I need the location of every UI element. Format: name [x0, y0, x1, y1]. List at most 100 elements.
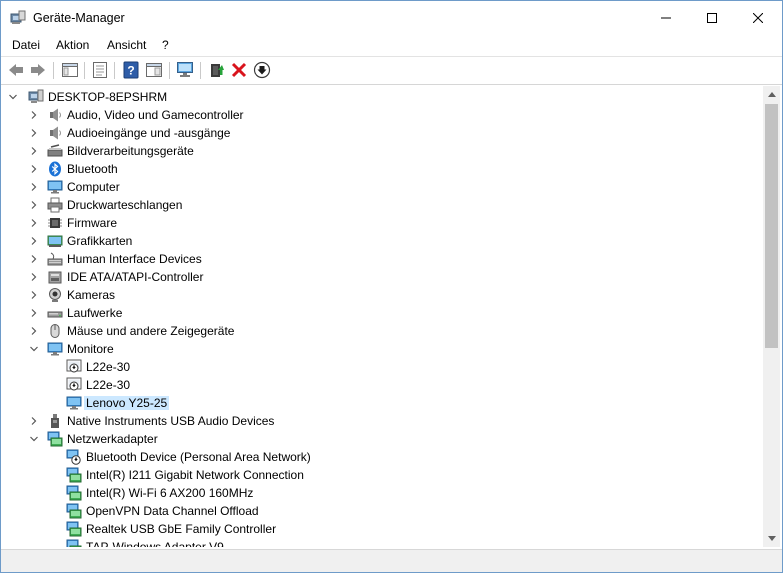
scrollbar-thumb[interactable]	[765, 104, 778, 348]
tree-category[interactable]: Firmware	[2, 214, 763, 232]
scan-hardware-icon[interactable]	[176, 61, 194, 79]
properties-sheet-icon[interactable]	[91, 61, 109, 79]
tree-category-label: Computer	[67, 180, 120, 194]
tree-category[interactable]: IDE ATA/ATAPI-Controller	[2, 268, 763, 286]
tree-category[interactable]: Netzwerkadapter	[2, 430, 763, 448]
tree-device[interactable]: Bluetooth Device (Personal Area Network)	[2, 448, 763, 466]
close-button[interactable]	[735, 1, 781, 35]
chip-icon	[48, 218, 62, 228]
tree-device-label: Intel(R) I211 Gigabit Network Connection	[86, 468, 304, 482]
chevron-right-icon[interactable]	[29, 272, 39, 282]
tree-category-label: Bildverarbeitungsgeräte	[67, 144, 194, 158]
hid-icon	[47, 252, 63, 266]
tree-category-label: Audio, Video und Gamecontroller	[67, 108, 244, 122]
title-bar: Geräte-Manager	[1, 1, 782, 35]
chevron-right-icon[interactable]	[29, 290, 39, 300]
update-driver-icon[interactable]	[207, 61, 225, 79]
scroll-down-button[interactable]	[763, 530, 780, 547]
tree-category[interactable]: Native Instruments USB Audio Devices	[2, 412, 763, 430]
tree-category[interactable]: Kameras	[2, 286, 763, 304]
tree-category-label: Native Instruments USB Audio Devices	[67, 414, 275, 428]
network-icon	[66, 467, 82, 483]
tree-category-label: Monitore	[67, 342, 114, 356]
chevron-right-icon[interactable]	[29, 200, 39, 210]
chevron-right-icon[interactable]	[29, 326, 39, 336]
svg-text:?: ?	[127, 64, 134, 78]
help-icon[interactable]: ?	[122, 61, 140, 79]
chevron-right-icon[interactable]	[29, 110, 39, 120]
chevron-right-icon[interactable]	[29, 128, 39, 138]
tree-category[interactable]: Druckwarteschlangen	[2, 196, 763, 214]
tree-category[interactable]: Grafikkarten	[2, 232, 763, 250]
tree-device[interactable]: L22e-30	[2, 376, 763, 394]
chevron-right-icon[interactable]	[29, 308, 39, 318]
window-title: Geräte-Manager	[33, 11, 125, 25]
tree-category-label: Firmware	[67, 216, 117, 230]
maximize-icon	[707, 13, 717, 23]
tree-device[interactable]: TAP-Windows Adapter V9	[2, 538, 763, 547]
action-pane-icon[interactable]	[145, 61, 163, 79]
device-tree[interactable]: DESKTOP-8EPSHRM Audio, Video und Gamecont…	[2, 86, 763, 547]
tree-device[interactable]: Intel(R) Wi-Fi 6 AX200 160MHz	[2, 484, 763, 502]
chevron-right-icon[interactable]	[29, 218, 39, 228]
tree-category-label: Bluetooth	[67, 162, 118, 176]
disable-device-icon[interactable]	[253, 61, 271, 79]
tree-category-label: Grafikkarten	[67, 234, 133, 248]
chevron-right-icon[interactable]	[29, 416, 39, 426]
tree-category[interactable]: Bluetooth	[2, 160, 763, 178]
show-hide-console-tree-icon[interactable]	[61, 61, 79, 79]
chevron-down-icon[interactable]	[29, 344, 39, 354]
chevron-right-icon[interactable]	[29, 254, 39, 264]
maximize-button[interactable]	[689, 1, 735, 35]
scroll-up-button[interactable]	[763, 86, 780, 103]
monitor-icon	[66, 396, 82, 410]
back-arrow-icon[interactable]	[7, 61, 25, 79]
chevron-down-icon[interactable]	[29, 434, 39, 444]
tree-category-label: Druckwarteschlangen	[67, 198, 183, 212]
tree-category[interactable]: Human Interface Devices	[2, 250, 763, 268]
toolbar: ?	[1, 56, 782, 85]
tree-device[interactable]: Realtek USB GbE Family Controller	[2, 520, 763, 538]
bluetooth-icon	[49, 161, 61, 177]
tree-device-label: OpenVPN Data Channel Offload	[86, 504, 259, 518]
tree-category-label: Laufwerke	[67, 306, 123, 320]
tree-category[interactable]: Mäuse und andere Zeigegeräte	[2, 322, 763, 340]
minimize-button[interactable]	[643, 1, 689, 35]
network-warning-icon	[66, 449, 81, 465]
menu-ansicht[interactable]: Ansicht	[107, 38, 146, 52]
tree-category[interactable]: Computer	[2, 178, 763, 196]
tree-device-label: Realtek USB GbE Family Controller	[86, 522, 277, 536]
menu-help[interactable]: ?	[162, 38, 169, 52]
tree-category[interactable]: Bildverarbeitungsgeräte	[2, 142, 763, 160]
menu-aktion[interactable]: Aktion	[56, 38, 89, 52]
chevron-right-icon[interactable]	[29, 182, 39, 192]
forward-arrow-icon[interactable]	[29, 61, 47, 79]
mouse-icon	[50, 324, 60, 338]
menu-datei[interactable]: Datei	[12, 38, 40, 52]
chevron-right-icon[interactable]	[29, 146, 39, 156]
printer-icon	[47, 197, 63, 213]
tree-device[interactable]: OpenVPN Data Channel Offload	[2, 502, 763, 520]
menu-bar: Datei Aktion Ansicht ?	[1, 35, 782, 55]
minimize-icon	[661, 17, 671, 19]
tree-root[interactable]: DESKTOP-8EPSHRM	[2, 88, 763, 106]
monitor-warning-icon	[66, 359, 82, 373]
chevron-right-icon[interactable]	[29, 236, 39, 246]
tree-category[interactable]: Audioeingänge und -ausgänge	[2, 124, 763, 142]
tree-category[interactable]: Audio, Video und Gamecontroller	[2, 106, 763, 124]
tree-device[interactable]: L22e-30	[2, 358, 763, 376]
chevron-up-icon	[767, 92, 776, 97]
tree-device-label: L22e-30	[86, 378, 131, 392]
toolbar-separator	[200, 62, 201, 79]
tree-device[interactable]: Intel(R) I211 Gigabit Network Connection	[2, 466, 763, 484]
uninstall-device-icon[interactable]	[230, 61, 248, 79]
tree-device[interactable]: Lenovo Y25-25	[2, 394, 763, 412]
chevron-right-icon[interactable]	[29, 164, 39, 174]
vertical-scrollbar[interactable]	[763, 86, 780, 547]
tree-category[interactable]: Monitore	[2, 340, 763, 358]
chevron-down-icon[interactable]	[8, 92, 18, 102]
scanner-icon	[47, 144, 63, 157]
network-icon	[66, 521, 82, 537]
network-icon	[47, 431, 63, 447]
tree-category[interactable]: Laufwerke	[2, 304, 763, 322]
